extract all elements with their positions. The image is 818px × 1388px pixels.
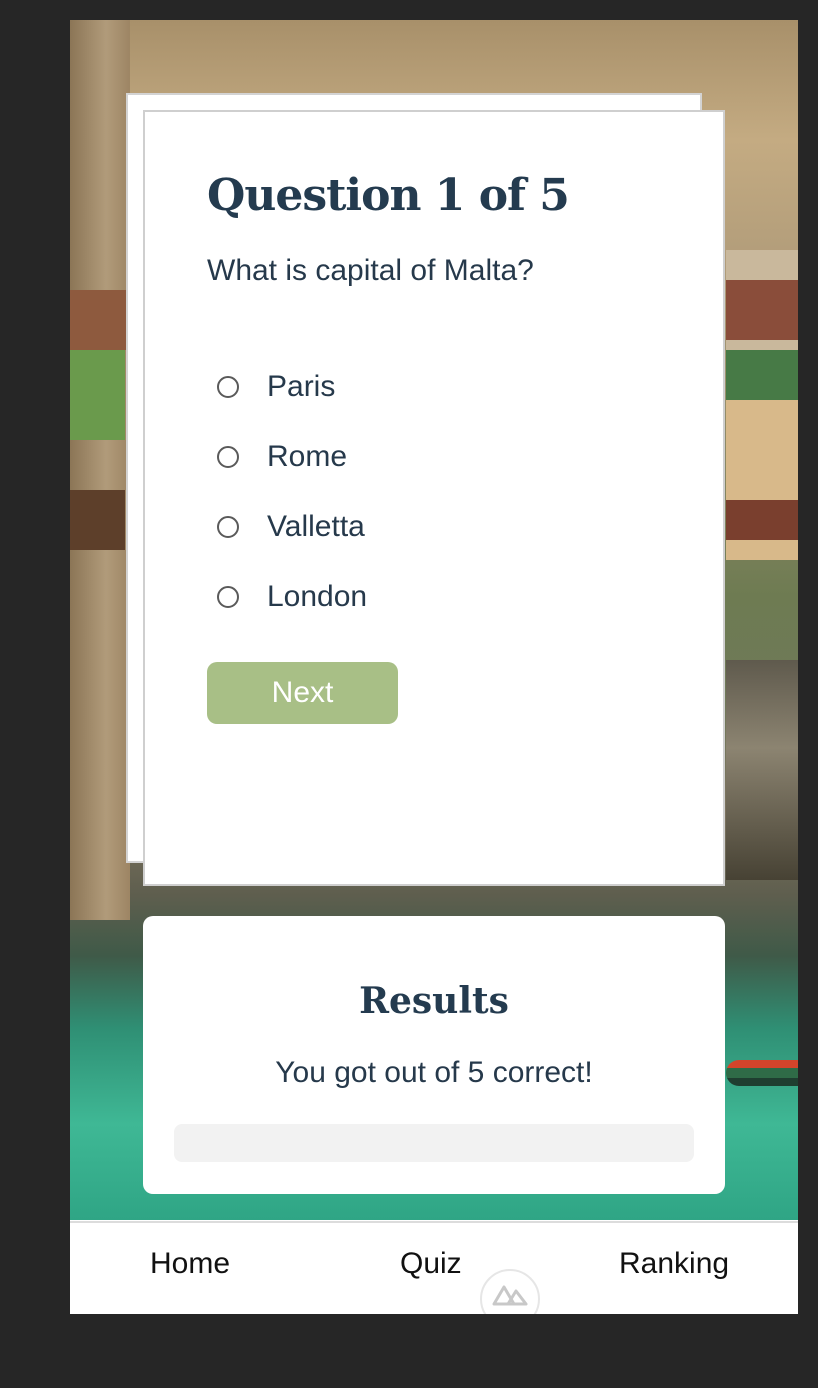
answer-label: Paris [267, 370, 336, 403]
nuxt-logo-icon[interactable] [480, 1269, 540, 1314]
answer-options: Paris Rome Valletta London [217, 352, 367, 632]
nav-home-link[interactable]: Home [150, 1247, 230, 1281]
next-button[interactable]: Next [207, 662, 398, 724]
results-progress-bar [174, 1124, 694, 1162]
nav-quiz-link[interactable]: Quiz [400, 1247, 462, 1281]
radio-button[interactable] [217, 586, 239, 608]
question-title: Question 1 of 5 [207, 170, 570, 221]
question-text: What is capital of Malta? [207, 254, 534, 287]
answer-option-london[interactable]: London [217, 562, 367, 632]
answer-label: Rome [267, 440, 348, 473]
answer-label: London [267, 580, 368, 613]
results-card: Results You got out of 5 correct! [143, 916, 725, 1194]
bottom-nav: Home Quiz Ranking [70, 1221, 798, 1314]
answer-option-paris[interactable]: Paris [217, 352, 367, 422]
results-title: Results [359, 980, 509, 1022]
answer-option-rome[interactable]: Rome [217, 422, 367, 492]
radio-button[interactable] [217, 516, 239, 538]
nav-ranking-link[interactable]: Ranking [619, 1247, 729, 1281]
radio-button[interactable] [217, 376, 239, 398]
answer-option-valletta[interactable]: Valletta [217, 492, 367, 562]
radio-button[interactable] [217, 446, 239, 468]
quiz-card: Question 1 of 5 What is capital of Malta… [143, 110, 725, 886]
app-window: Question 1 of 5 What is capital of Malta… [70, 20, 798, 1314]
answer-label: Valletta [267, 510, 365, 543]
results-summary: You got out of 5 correct! [275, 1056, 593, 1089]
